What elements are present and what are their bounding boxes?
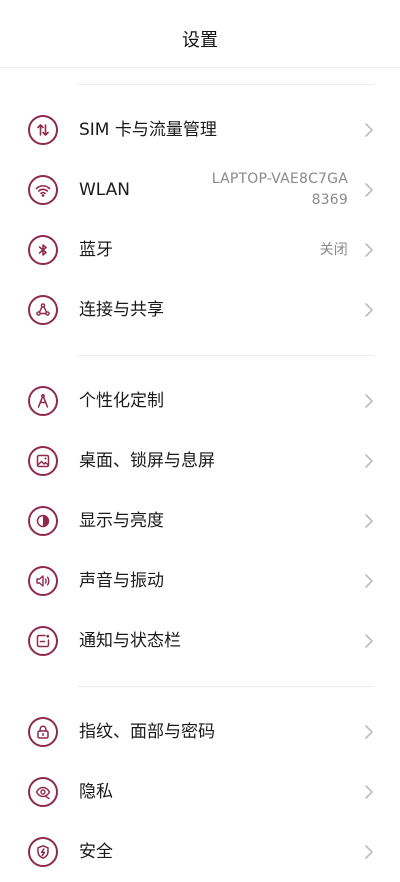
settings-item-label: 安全 — [79, 842, 113, 862]
chevron-right-icon — [364, 122, 374, 138]
wifi-icon — [28, 175, 58, 205]
settings-item-label: 声音与振动 — [79, 571, 164, 591]
chevron-right-icon — [364, 573, 374, 589]
section-divider — [78, 84, 374, 85]
chevron-right-icon — [364, 242, 374, 258]
speaker-icon — [28, 566, 58, 596]
settings-item-label: SIM 卡与流量管理 — [79, 120, 217, 140]
chevron-right-icon — [364, 784, 374, 800]
wlan-network-name: LAPTOP-VAE8C7GA 8369 — [212, 160, 348, 220]
settings-item-label: 指纹、面部与密码 — [79, 722, 215, 742]
notification-icon — [28, 626, 58, 656]
settings-item-wlan[interactable]: WLAN LAPTOP-VAE8C7GA 8369 — [0, 160, 400, 220]
sim-data-icon — [28, 115, 58, 145]
bluetooth-status-text: 关闭 — [319, 241, 348, 258]
settings-item-display-brightness[interactable]: 显示与亮度 — [0, 491, 400, 551]
settings-item-notification-statusbar[interactable]: 通知与状态栏 — [0, 611, 400, 671]
brightness-icon — [28, 506, 58, 536]
privacy-eye-icon — [28, 777, 58, 807]
chevron-right-icon — [364, 844, 374, 860]
section-divider — [78, 355, 374, 356]
settings-item-label: WLAN — [79, 180, 131, 200]
settings-item-label: 蓝牙 — [79, 240, 113, 260]
chevron-right-icon — [364, 302, 374, 318]
bluetooth-icon — [28, 235, 58, 265]
chevron-right-icon — [364, 724, 374, 740]
settings-item-sim-data[interactable]: SIM 卡与流量管理 — [0, 100, 400, 160]
settings-item-security[interactable]: 安全 — [0, 822, 400, 882]
settings-item-label: 通知与状态栏 — [79, 631, 181, 651]
settings-item-fingerprint-face-password[interactable]: 指纹、面部与密码 — [0, 702, 400, 762]
settings-item-privacy[interactable]: 隐私 — [0, 762, 400, 822]
settings-item-label: 显示与亮度 — [79, 511, 164, 531]
share-connect-icon — [28, 295, 58, 325]
settings-item-sound-vibration[interactable]: 声音与振动 — [0, 551, 400, 611]
chevron-right-icon — [364, 513, 374, 529]
settings-item-label: 隐私 — [79, 782, 113, 802]
page-title: 设置 — [182, 30, 218, 51]
settings-item-label: 桌面、锁屏与息屏 — [79, 451, 215, 471]
wallpaper-icon — [28, 446, 58, 476]
wlan-network-name-line1: LAPTOP-VAE8C7GA — [211, 171, 348, 187]
wlan-network-name-line2: 8369 — [311, 192, 348, 208]
settings-item-label: 连接与共享 — [79, 300, 164, 320]
personalize-icon — [28, 386, 58, 416]
settings-item-connection-sharing[interactable]: 连接与共享 — [0, 280, 400, 340]
lock-icon — [28, 717, 58, 747]
section-divider — [78, 686, 374, 687]
shield-icon — [28, 837, 58, 867]
settings-item-label: 个性化定制 — [79, 391, 164, 411]
chevron-right-icon — [364, 182, 374, 198]
chevron-right-icon — [364, 633, 374, 649]
header-bar: 设置 — [0, 0, 400, 68]
bluetooth-status: 关闭 — [320, 220, 348, 280]
settings-item-bluetooth[interactable]: 蓝牙 关闭 — [0, 220, 400, 280]
chevron-right-icon — [364, 393, 374, 409]
settings-item-desktop-lockscreen[interactable]: 桌面、锁屏与息屏 — [0, 431, 400, 491]
settings-item-personalize[interactable]: 个性化定制 — [0, 371, 400, 431]
chevron-right-icon — [364, 453, 374, 469]
